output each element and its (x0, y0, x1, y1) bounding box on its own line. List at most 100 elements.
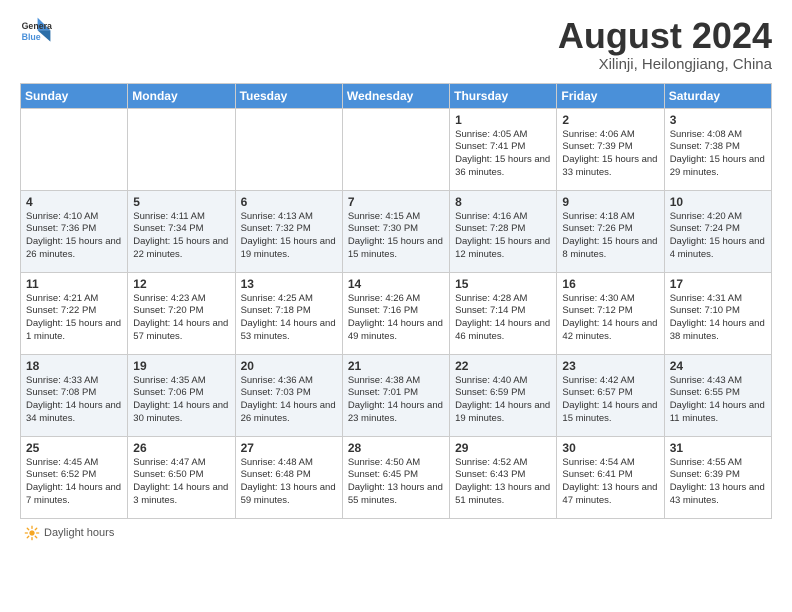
calendar-cell-2-4: 7 Sunrise: 4:15 AM Sunset: 7:30 PM Daylig… (342, 190, 449, 272)
calendar-cell-2-6: 9 Sunrise: 4:18 AM Sunset: 7:26 PM Daylig… (557, 190, 664, 272)
svg-text:Blue: Blue (22, 32, 41, 42)
day-number: 3 (670, 113, 766, 127)
cell-text: Sunrise: 4:50 AM Sunset: 6:45 PM Dayligh… (348, 457, 444, 508)
weekday-header-friday: Friday (557, 83, 664, 108)
day-number: 9 (562, 195, 658, 209)
cell-text: Sunrise: 4:18 AM Sunset: 7:26 PM Dayligh… (562, 211, 658, 262)
calendar-cell-3-2: 12 Sunrise: 4:23 AM Sunset: 7:20 PM Dayli… (128, 272, 235, 354)
calendar-cell-5-7: 31 Sunrise: 4:55 AM Sunset: 6:39 PM Dayli… (664, 436, 771, 518)
day-number: 15 (455, 277, 551, 291)
weekday-header-saturday: Saturday (664, 83, 771, 108)
logo-icon: General Blue (20, 16, 52, 44)
footer: Daylight hours (20, 525, 772, 541)
cell-text: Sunrise: 4:36 AM Sunset: 7:03 PM Dayligh… (241, 375, 337, 426)
calendar-cell-3-4: 14Sunrise: 4:26 AM Sunset: 7:16 PM Dayli… (342, 272, 449, 354)
day-number: 18 (26, 359, 122, 373)
weekday-header-monday: Monday (128, 83, 235, 108)
day-number: 10 (670, 195, 766, 209)
cell-text: Sunrise: 4:55 AM Sunset: 6:39 PM Dayligh… (670, 457, 766, 508)
calendar-cell-5-1: 25Sunrise: 4:45 AM Sunset: 6:52 PM Dayli… (21, 436, 128, 518)
header: General Blue August 2024 Xilinji, Heilon… (20, 16, 772, 73)
cell-text: Sunrise: 4:25 AM Sunset: 7:18 PM Dayligh… (241, 293, 337, 344)
calendar-cell-3-3: 13Sunrise: 4:25 AM Sunset: 7:18 PM Dayli… (235, 272, 342, 354)
calendar-cell-3-6: 16 Sunrise: 4:30 AM Sunset: 7:12 PM Dayli… (557, 272, 664, 354)
calendar-cell-5-4: 28Sunrise: 4:50 AM Sunset: 6:45 PM Dayli… (342, 436, 449, 518)
day-number: 19 (133, 359, 229, 373)
weekday-header-row: SundayMondayTuesdayWednesdayThursdayFrid… (21, 83, 772, 108)
day-number: 23 (562, 359, 658, 373)
day-number: 17 (670, 277, 766, 291)
cell-text: Sunrise: 4:16 AM Sunset: 7:28 PM Dayligh… (455, 211, 551, 262)
calendar-cell-3-7: 17 Sunrise: 4:31 AM Sunset: 7:10 PM Dayli… (664, 272, 771, 354)
cell-text: Sunrise: 4:08 AM Sunset: 7:38 PM Dayligh… (670, 129, 766, 180)
calendar-cell-4-2: 19 Sunrise: 4:35 AM Sunset: 7:06 PM Dayli… (128, 354, 235, 436)
calendar-cell-3-1: 11 Sunrise: 4:21 AM Sunset: 7:22 PM Dayli… (21, 272, 128, 354)
week-row-2: 4 Sunrise: 4:10 AM Sunset: 7:36 PM Daylig… (21, 190, 772, 272)
day-number: 25 (26, 441, 122, 455)
week-row-1: 1Sunrise: 4:05 AM Sunset: 7:41 PM Daylig… (21, 108, 772, 190)
day-number: 31 (670, 441, 766, 455)
calendar-cell-5-5: 29 Sunrise: 4:52 AM Sunset: 6:43 PM Dayli… (450, 436, 557, 518)
day-number: 30 (562, 441, 658, 455)
cell-text: Sunrise: 4:35 AM Sunset: 7:06 PM Dayligh… (133, 375, 229, 426)
cell-text: Sunrise: 4:48 AM Sunset: 6:48 PM Dayligh… (241, 457, 337, 508)
day-number: 24 (670, 359, 766, 373)
calendar-cell-2-1: 4 Sunrise: 4:10 AM Sunset: 7:36 PM Daylig… (21, 190, 128, 272)
footer-label: Daylight hours (44, 527, 114, 539)
day-number: 21 (348, 359, 444, 373)
calendar-cell-1-4 (342, 108, 449, 190)
cell-text: Sunrise: 4:10 AM Sunset: 7:36 PM Dayligh… (26, 211, 122, 262)
cell-text: Sunrise: 4:38 AM Sunset: 7:01 PM Dayligh… (348, 375, 444, 426)
cell-text: Sunrise: 4:33 AM Sunset: 7:08 PM Dayligh… (26, 375, 122, 426)
sun-icon (24, 525, 40, 541)
calendar-cell-4-3: 20 Sunrise: 4:36 AM Sunset: 7:03 PM Dayli… (235, 354, 342, 436)
week-row-5: 25Sunrise: 4:45 AM Sunset: 6:52 PM Dayli… (21, 436, 772, 518)
day-number: 29 (455, 441, 551, 455)
calendar-cell-1-2 (128, 108, 235, 190)
day-number: 26 (133, 441, 229, 455)
cell-text: Sunrise: 4:20 AM Sunset: 7:24 PM Dayligh… (670, 211, 766, 262)
calendar-cell-4-4: 21 Sunrise: 4:38 AM Sunset: 7:01 PM Dayli… (342, 354, 449, 436)
calendar-cell-1-1 (21, 108, 128, 190)
weekday-header-sunday: Sunday (21, 83, 128, 108)
week-row-3: 11 Sunrise: 4:21 AM Sunset: 7:22 PM Dayli… (21, 272, 772, 354)
week-row-4: 18 Sunrise: 4:33 AM Sunset: 7:08 PM Dayli… (21, 354, 772, 436)
cell-text: Sunrise: 4:21 AM Sunset: 7:22 PM Dayligh… (26, 293, 122, 344)
cell-text: Sunrise: 4:15 AM Sunset: 7:30 PM Dayligh… (348, 211, 444, 262)
cell-text: Sunrise: 4:40 AM Sunset: 6:59 PM Dayligh… (455, 375, 551, 426)
cell-text: Sunrise: 4:28 AM Sunset: 7:14 PM Dayligh… (455, 293, 551, 344)
calendar-cell-2-7: 10 Sunrise: 4:20 AM Sunset: 7:24 PM Dayli… (664, 190, 771, 272)
calendar-cell-4-1: 18 Sunrise: 4:33 AM Sunset: 7:08 PM Dayli… (21, 354, 128, 436)
calendar-cell-4-6: 23 Sunrise: 4:42 AM Sunset: 6:57 PM Dayli… (557, 354, 664, 436)
weekday-header-wednesday: Wednesday (342, 83, 449, 108)
day-number: 6 (241, 195, 337, 209)
cell-text: Sunrise: 4:54 AM Sunset: 6:41 PM Dayligh… (562, 457, 658, 508)
cell-text: Sunrise: 4:26 AM Sunset: 7:16 PM Dayligh… (348, 293, 444, 344)
cell-text: Sunrise: 4:31 AM Sunset: 7:10 PM Dayligh… (670, 293, 766, 344)
title-block: August 2024 Xilinji, Heilongjiang, China (558, 16, 772, 73)
calendar-cell-4-7: 24 Sunrise: 4:43 AM Sunset: 6:55 PM Dayli… (664, 354, 771, 436)
calendar-cell-1-7: 3 Sunrise: 4:08 AM Sunset: 7:38 PM Daylig… (664, 108, 771, 190)
cell-text: Sunrise: 4:52 AM Sunset: 6:43 PM Dayligh… (455, 457, 551, 508)
calendar-table: SundayMondayTuesdayWednesdayThursdayFrid… (20, 83, 772, 519)
day-number: 7 (348, 195, 444, 209)
cell-text: Sunrise: 4:42 AM Sunset: 6:57 PM Dayligh… (562, 375, 658, 426)
page: General Blue August 2024 Xilinji, Heilon… (0, 0, 792, 551)
weekday-header-tuesday: Tuesday (235, 83, 342, 108)
day-number: 16 (562, 277, 658, 291)
cell-text: Sunrise: 4:47 AM Sunset: 6:50 PM Dayligh… (133, 457, 229, 508)
day-number: 5 (133, 195, 229, 209)
day-number: 22 (455, 359, 551, 373)
day-number: 11 (26, 277, 122, 291)
calendar-cell-2-2: 5Sunrise: 4:11 AM Sunset: 7:34 PM Daylig… (128, 190, 235, 272)
cell-text: Sunrise: 4:05 AM Sunset: 7:41 PM Dayligh… (455, 129, 551, 180)
calendar-cell-4-5: 22 Sunrise: 4:40 AM Sunset: 6:59 PM Dayli… (450, 354, 557, 436)
day-number: 20 (241, 359, 337, 373)
calendar-cell-5-6: 30 Sunrise: 4:54 AM Sunset: 6:41 PM Dayli… (557, 436, 664, 518)
cell-text: Sunrise: 4:30 AM Sunset: 7:12 PM Dayligh… (562, 293, 658, 344)
day-number: 4 (26, 195, 122, 209)
weekday-header-thursday: Thursday (450, 83, 557, 108)
day-number: 12 (133, 277, 229, 291)
cell-text: Sunrise: 4:23 AM Sunset: 7:20 PM Dayligh… (133, 293, 229, 344)
cell-text: Sunrise: 4:43 AM Sunset: 6:55 PM Dayligh… (670, 375, 766, 426)
